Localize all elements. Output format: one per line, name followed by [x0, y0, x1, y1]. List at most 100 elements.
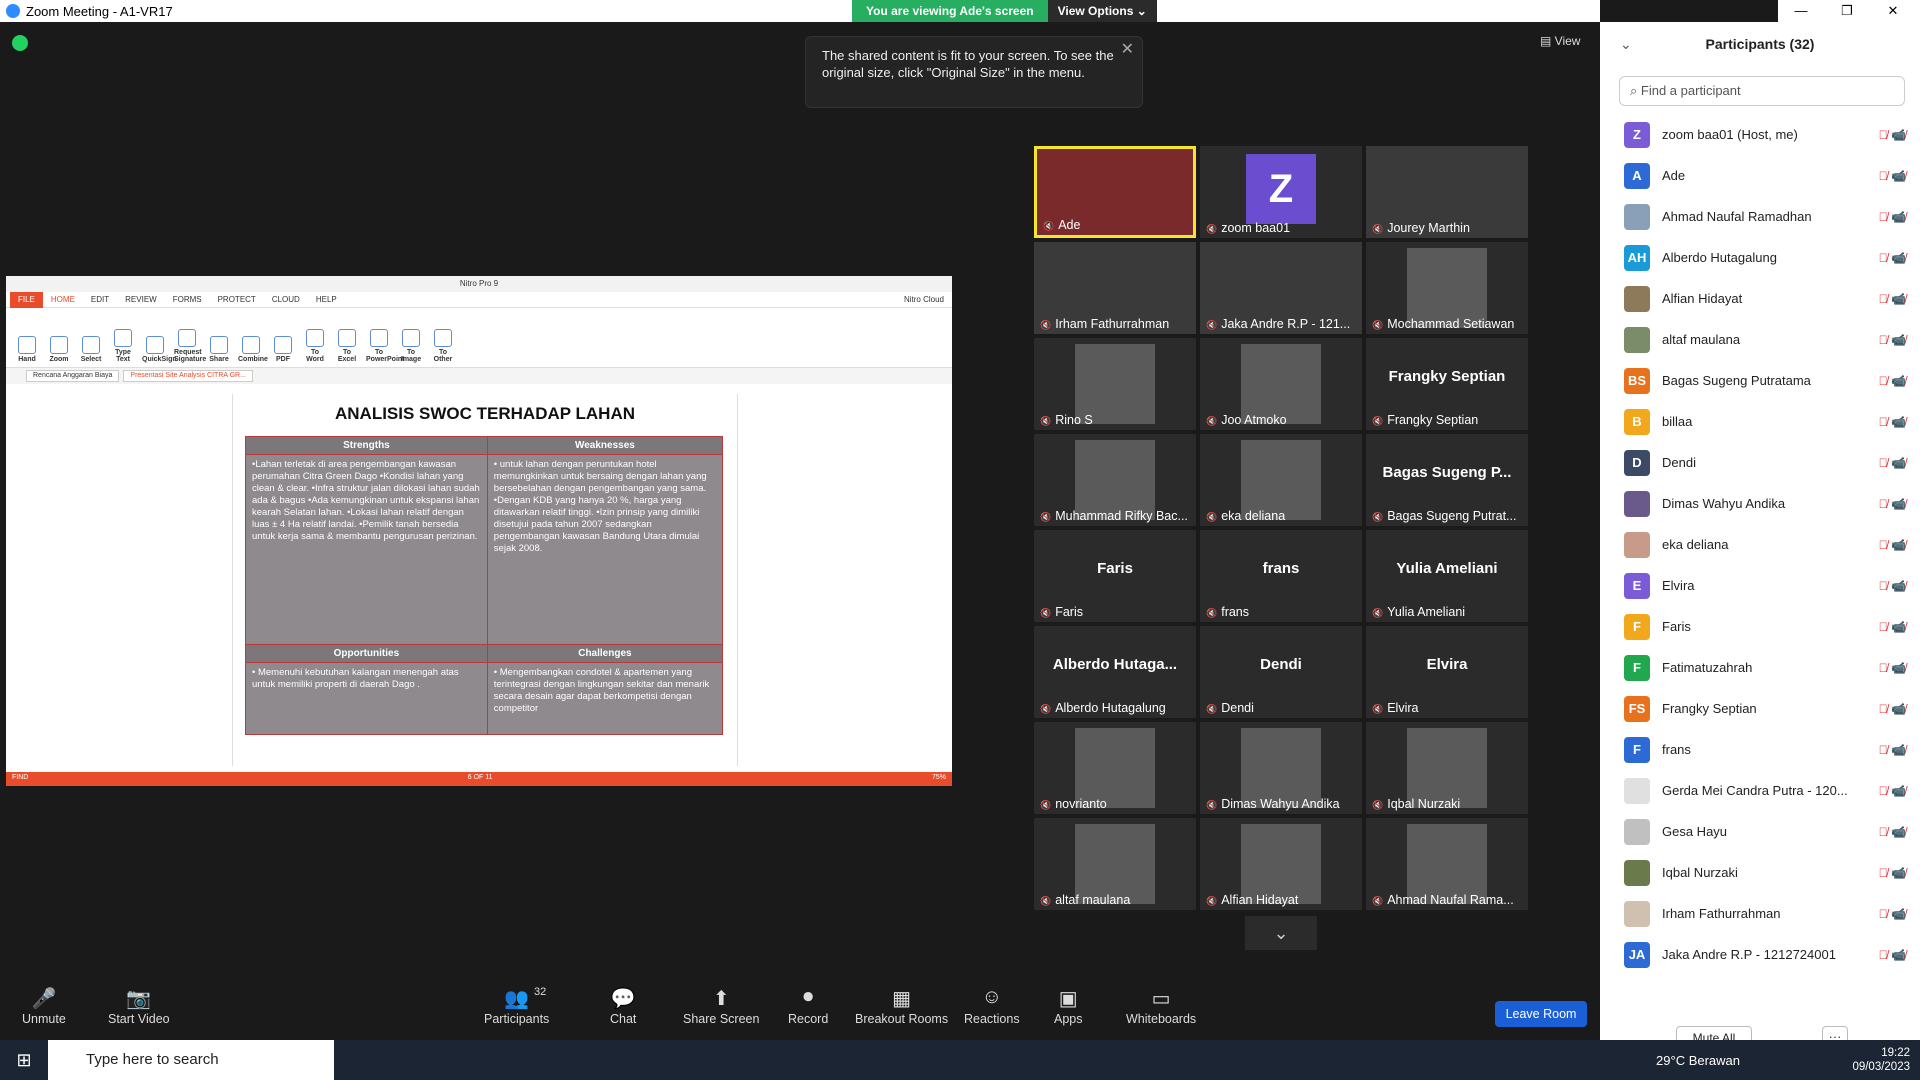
video-tile[interactable]: Dendi Dendi [1200, 626, 1362, 718]
tool-pdf[interactable]: PDF [270, 336, 296, 363]
toolbar-button-start-video[interactable]: 📷 Start Video [108, 986, 170, 1026]
participant-row[interactable]: JA Jaka Andre R.P - 1212724001 🎙̸ 📹̸ [1600, 934, 1920, 975]
participant-row[interactable]: E Elvira 🎙̸ 📹̸ [1600, 565, 1920, 606]
participant-row[interactable]: eka deliana 🎙̸ 📹̸ [1600, 524, 1920, 565]
video-tile[interactable]: Elvira Elvira [1366, 626, 1528, 718]
tool-zoom[interactable]: Zoom [46, 336, 72, 363]
close-icon[interactable]: ✕ [1870, 0, 1916, 22]
video-tile[interactable]: Alberdo Hutaga... Alberdo Hutagalung [1034, 626, 1196, 718]
participant-row[interactable]: Alfian Hidayat 🎙̸ 📹̸ [1600, 278, 1920, 319]
participant-row[interactable]: altaf maulana 🎙̸ 📹̸ [1600, 319, 1920, 360]
participant-row[interactable]: D Dendi 🎙̸ 📹̸ [1600, 442, 1920, 483]
muted-mic-icon: 🎙̸ 📹̸ [1878, 168, 1906, 183]
tool-quicksign[interactable]: QuickSign [142, 336, 177, 363]
tool-type-text[interactable]: Type Text [110, 329, 136, 363]
participant-row[interactable]: F Fatimatuzahrah 🎙̸ 📹̸ [1600, 647, 1920, 688]
close-icon[interactable]: ✕ [1121, 41, 1134, 58]
view-options-button[interactable]: View Options ⌄ [1047, 0, 1157, 22]
video-tile[interactable]: eka deliana [1200, 434, 1362, 526]
tool-to-powerpoint[interactable]: To PowerPoint [366, 329, 405, 363]
profile-photo [1407, 728, 1487, 808]
taskbar-clock[interactable]: 19:22 09/03/2023 [1852, 1046, 1910, 1074]
participant-row[interactable]: Dimas Wahyu Andika 🎙̸ 📹̸ [1600, 483, 1920, 524]
participant-row[interactable]: BS Bagas Sugeng Putratama 🎙̸ 📹̸ [1600, 360, 1920, 401]
video-tile[interactable]: Joo Atmoko [1200, 338, 1362, 430]
toolbar-button-apps[interactable]: ▣ Apps [1054, 986, 1083, 1026]
video-tile[interactable]: Jourey Marthin [1366, 146, 1528, 238]
tool-combine[interactable]: Combine [238, 336, 268, 363]
maximize-icon[interactable]: ❐ [1824, 0, 1870, 22]
tab-edit[interactable]: EDIT [83, 295, 117, 304]
tab-protect[interactable]: PROTECT [210, 295, 264, 304]
chevron-down-icon[interactable]: ⌄ [1620, 36, 1632, 53]
muted-mic-icon: 🎙̸ 📹̸ [1878, 865, 1906, 880]
view-button[interactable]: ▤ View [1540, 34, 1580, 48]
video-tile[interactable]: Ahmad Naufal Rama... [1366, 818, 1528, 910]
video-tile[interactable]: altaf maulana [1034, 818, 1196, 910]
toolbar-button-record[interactable]: ⏺ Record [788, 986, 828, 1026]
tool-share[interactable]: Share [206, 336, 232, 363]
video-tile[interactable]: Alfian Hidayat [1200, 818, 1362, 910]
participant-row[interactable]: FS Frangky Septian 🎙̸ 📹̸ [1600, 688, 1920, 729]
tool-select[interactable]: Select [78, 336, 104, 363]
participant-row[interactable]: AH Alberdo Hutagalung 🎙̸ 📹̸ [1600, 237, 1920, 278]
participant-row[interactable]: Bbillaa 🎙̸ 📹̸ [1600, 401, 1920, 442]
weather-widget[interactable]: 29°C Berawan [1656, 1053, 1740, 1068]
toolbar-button-participants[interactable]: 👥 Participants 32 [484, 986, 549, 1026]
gallery-next-page-button[interactable]: ⌄ [1245, 916, 1317, 950]
participant-row[interactable]: Gerda Mei Candra Putra - 120... 🎙̸ 📹̸ [1600, 770, 1920, 811]
security-shield-icon[interactable] [12, 35, 28, 51]
video-tile[interactable]: frans frans [1200, 530, 1362, 622]
tool-to-image[interactable]: To Image [398, 329, 424, 363]
minimize-icon[interactable]: — [1778, 0, 1824, 22]
video-tile[interactable]: Faris Faris [1034, 530, 1196, 622]
tile-name-label: Bagas Sugeng Putrat... [1372, 509, 1516, 523]
tab-review[interactable]: REVIEW [117, 295, 165, 304]
video-tile[interactable]: novrianto [1034, 722, 1196, 814]
participant-row[interactable]: A Ade 🎙̸ 📹̸ [1600, 155, 1920, 196]
toolbar-button-share-screen[interactable]: ⬆ Share Screen [683, 986, 759, 1026]
video-tile[interactable]: Yulia Ameliani Yulia Ameliani [1366, 530, 1528, 622]
toolbar-button-breakout-rooms[interactable]: ▦ Breakout Rooms [855, 986, 948, 1026]
video-tile[interactable]: Mochammad Setiawan [1366, 242, 1528, 334]
video-tile[interactable]: Muhammad Rifky Bac... [1034, 434, 1196, 526]
video-tile[interactable]: Irham Fathurrahman [1034, 242, 1196, 334]
tab-file[interactable]: FILE [10, 291, 43, 308]
tool-hand[interactable]: Hand [14, 336, 40, 363]
video-tile[interactable]: Bagas Sugeng P... Bagas Sugeng Putrat... [1366, 434, 1528, 526]
video-tile[interactable]: Iqbal Nurzaki [1366, 722, 1528, 814]
toolbar-button-chat[interactable]: 💬 Chat [610, 986, 636, 1026]
participant-row[interactable]: Irham Fathurrahman 🎙̸ 📹̸ [1600, 893, 1920, 934]
toolbar-button-reactions[interactable]: ☺ Reactions [964, 986, 1020, 1026]
tab-home[interactable]: HOME [43, 295, 83, 304]
video-tile[interactable]: Frangky Septian Frangky Septian [1366, 338, 1528, 430]
tab-cloud[interactable]: CLOUD [264, 295, 308, 304]
participant-row[interactable]: Ffrans 🎙̸ 📹̸ [1600, 729, 1920, 770]
tool-to-other[interactable]: To Other [430, 329, 456, 363]
doc-tab-presentasi[interactable]: Presentasi Site Analysis CITRA GR... [123, 370, 253, 382]
participant-row[interactable]: Zzoom baa01 (Host, me) 🎙̸ 📹̸ [1600, 114, 1920, 155]
participant-row[interactable]: Ahmad Naufal Ramadhan 🎙̸ 📹̸ [1600, 196, 1920, 237]
swoc-header-challenges: Challenges [486, 644, 724, 663]
toolbar-button-whiteboards[interactable]: ▭ Whiteboards [1126, 986, 1196, 1026]
toolbar-button-unmute[interactable]: 🎤 Unmute [22, 986, 66, 1026]
tool-to-excel[interactable]: To Excel [334, 329, 360, 363]
tool-to-word[interactable]: To Word [302, 329, 328, 363]
video-tile[interactable]: Jaka Andre R.P - 121... [1200, 242, 1362, 334]
tab-forms[interactable]: FORMS [165, 295, 210, 304]
tab-help[interactable]: HELP [308, 295, 345, 304]
video-tile[interactable]: Rino S [1034, 338, 1196, 430]
participant-search-input[interactable]: ⌕ Find a participant [1619, 76, 1905, 106]
participant-row[interactable]: F Faris 🎙̸ 📹̸ [1600, 606, 1920, 647]
tool-request-signature[interactable]: Request Signature [174, 329, 206, 363]
participant-row[interactable]: Gesa Hayu 🎙̸ 📹̸ [1600, 811, 1920, 852]
status-find[interactable]: FIND [12, 774, 28, 784]
video-tile[interactable]: Ade [1034, 146, 1196, 238]
video-tile[interactable]: Zzoom baa01 [1200, 146, 1362, 238]
doc-tab-rencana[interactable]: Rencana Anggaran Biaya [26, 370, 120, 382]
windows-start-icon[interactable]: ⊞ [0, 1050, 48, 1071]
participant-row[interactable]: Iqbal Nurzaki 🎙̸ 📹̸ [1600, 852, 1920, 893]
taskbar-search-input[interactable]: Type here to search [48, 1040, 334, 1080]
video-tile[interactable]: Dimas Wahyu Andika [1200, 722, 1362, 814]
leave-room-button[interactable]: Leave Room [1495, 1001, 1587, 1027]
